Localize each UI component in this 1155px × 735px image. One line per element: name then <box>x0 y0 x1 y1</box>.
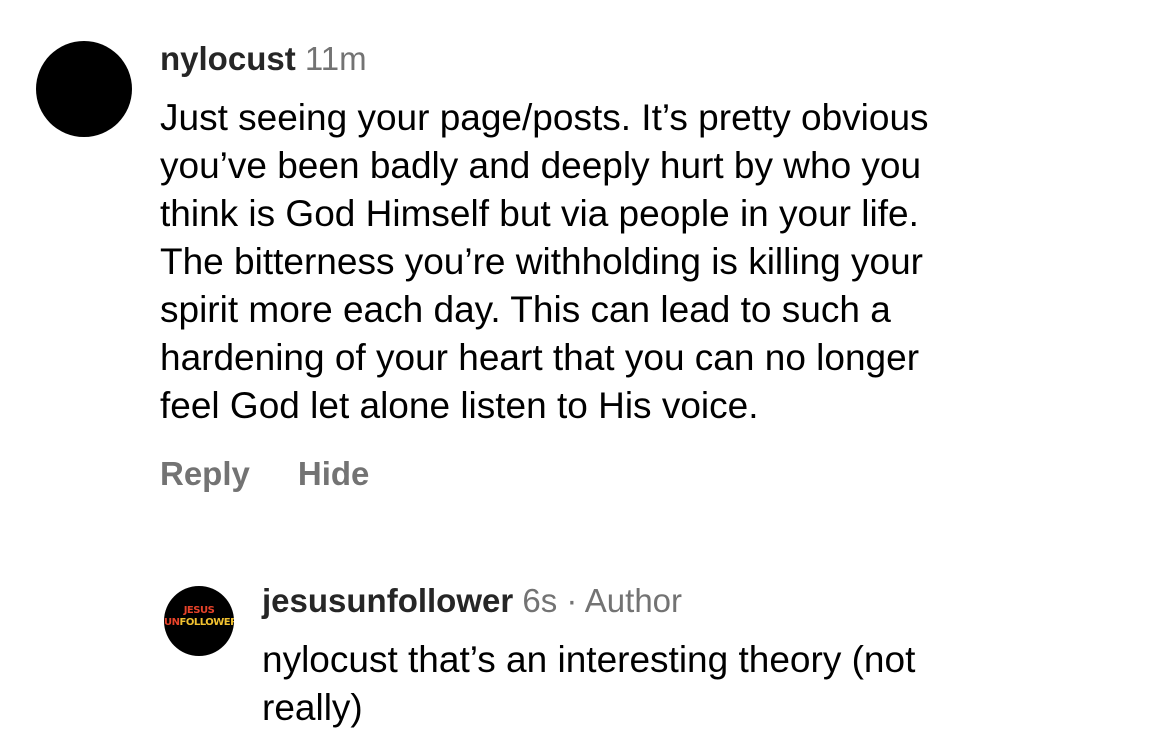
comment-text-line: Just seeing your page/posts. It’s pretty… <box>160 97 929 138</box>
comment-text-line: you’ve been badly and deeply hurt by who… <box>160 145 922 186</box>
hide-button[interactable]: Hide <box>298 452 370 496</box>
comment-text-line: think is God Himself but via people in y… <box>160 193 919 234</box>
reply-text: nylocust that’s an interesting theory (n… <box>262 636 1122 732</box>
comment-text-line: The bitterness you’re withholding is kil… <box>160 241 923 282</box>
comment-text: Just seeing your page/posts. It’s pretty… <box>160 94 1100 430</box>
meta-separator: · <box>566 582 578 619</box>
avatar-logo-rest: FOLLOWER <box>179 617 235 628</box>
avatar[interactable] <box>36 41 132 137</box>
avatar-logo-text: JESUS UNFOLLOWER <box>164 605 234 629</box>
reply-username[interactable]: jesusunfollower <box>262 582 513 619</box>
comment-actions: Reply Hide <box>160 452 369 496</box>
comment-header: nylocust 11m <box>160 38 367 80</box>
reply-button[interactable]: Reply <box>160 452 250 496</box>
comment-text-line: spirit more each day. This can lead to s… <box>160 289 891 330</box>
avatar-logo-line1: JESUS <box>183 605 215 616</box>
comment-text-line: feel God let alone listen to His voice. <box>160 385 759 426</box>
reply-text-line: really) <box>262 687 363 728</box>
reply-text-line: nylocust that’s an interesting theory (n… <box>262 639 916 680</box>
reply-timestamp: 6s <box>522 582 558 619</box>
reply-avatar[interactable]: JESUS UNFOLLOWER <box>164 586 234 656</box>
avatar-logo-un: UN <box>164 617 180 628</box>
comment-timestamp: 11m <box>304 40 367 77</box>
comment-username[interactable]: nylocust <box>160 40 296 77</box>
reply-header: jesusunfollower 6s · Author <box>262 580 682 622</box>
comment-text-line: hardening of your heart that you can no … <box>160 337 920 378</box>
author-badge: Author <box>584 582 683 619</box>
avatar-logo-line2: UNFOLLOWER <box>164 617 234 629</box>
